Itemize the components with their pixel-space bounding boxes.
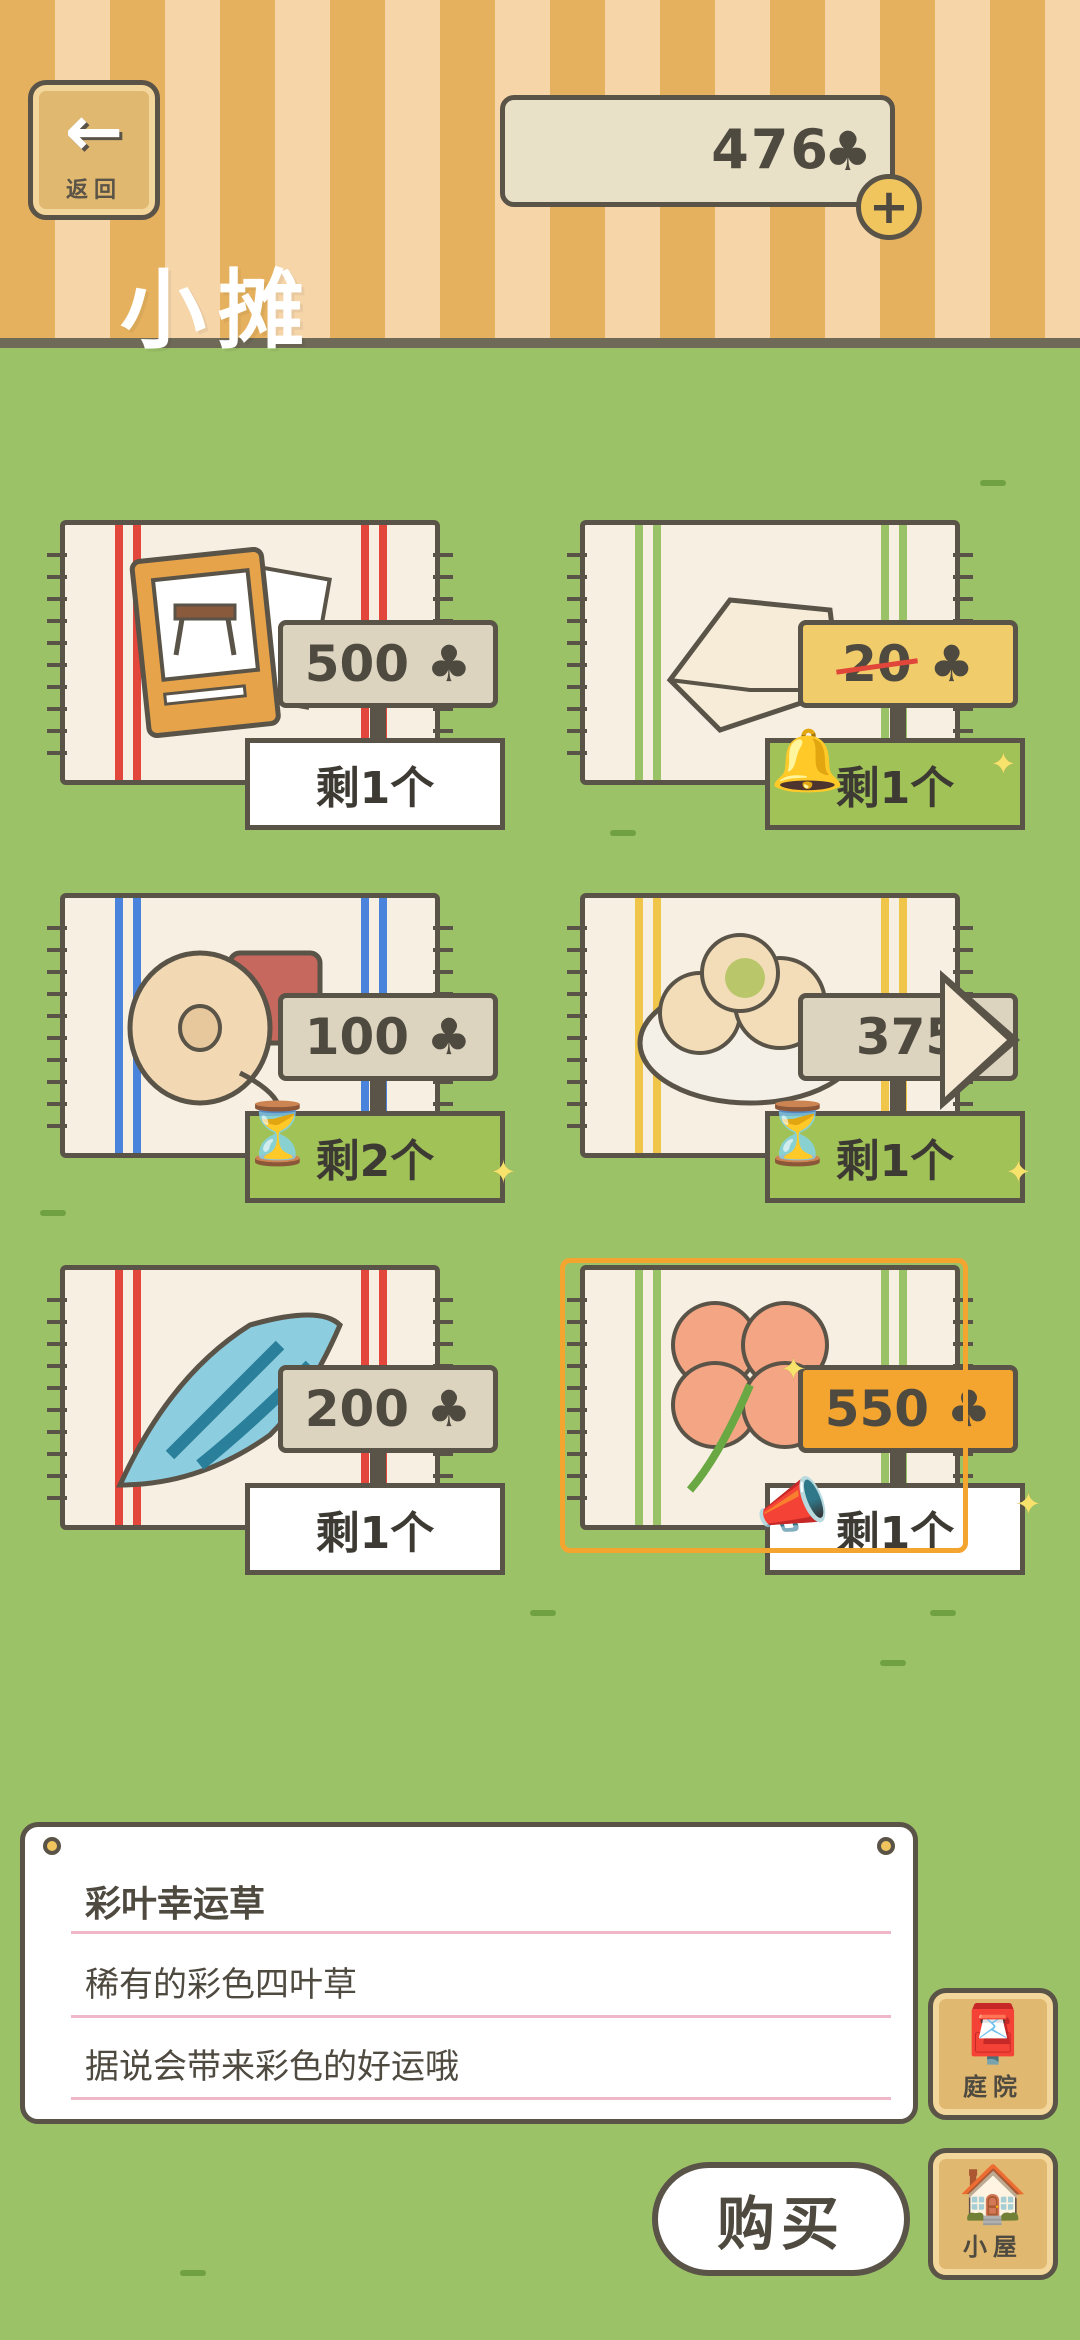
stock-label: 剩1个	[245, 1483, 505, 1575]
price-tag: 500 ♣	[278, 620, 498, 708]
shop-item-dumplings[interactable]: 375 剩1个 ⏳ ✦	[560, 893, 1032, 1223]
hourglass-icon: ⏳	[760, 1099, 835, 1169]
buy-button[interactable]: 购买	[652, 2162, 910, 2276]
sparkle-icon: ✦	[780, 1350, 807, 1388]
clover-icon: ♣	[426, 1008, 472, 1066]
yard-button[interactable]: 📮 庭院	[928, 1988, 1058, 2120]
item-description-line2: 据说会带来彩色的好运哦	[85, 2047, 459, 2087]
pin-icon	[43, 1837, 61, 1855]
stock-label: 剩1个	[245, 738, 505, 830]
shop-item-shell[interactable]: 200 ♣ 剩1个	[40, 1265, 505, 1595]
arrow-left-icon: ←	[64, 90, 124, 172]
hourglass-icon: ⏳	[240, 1099, 315, 1169]
clover-icon: ♣	[426, 1380, 472, 1438]
house-button[interactable]: 🏠 小屋	[928, 2148, 1058, 2280]
item-description-panel: 彩叶幸运草 稀有的彩色四叶草 据说会带来彩色的好运哦	[20, 1822, 918, 2124]
sparkle-icon: ✦	[1005, 1153, 1032, 1191]
chevron-right-icon	[945, 983, 1007, 1097]
pin-icon	[877, 1837, 895, 1855]
clover-count: 476	[711, 118, 830, 181]
clover-icon: ♣	[929, 635, 974, 693]
clover-icon: ♣	[823, 120, 872, 183]
price-tag-discount: 20 ♣	[798, 620, 1018, 708]
shop-item-bag[interactable]: 20 ♣ 剩1个 🔔 ✦	[560, 520, 1025, 850]
price-tag: 200 ♣	[278, 1365, 498, 1453]
page-title: 小摊	[120, 261, 316, 361]
shop-item-table-catalog[interactable]: 500 ♣ 剩1个	[40, 520, 505, 850]
house-icon: 🏠	[958, 2161, 1028, 2227]
sparkle-icon: ✦	[990, 745, 1017, 783]
price-tag: 550 ♣	[798, 1365, 1018, 1453]
shop-item-tape[interactable]: 100 ♣ 剩2个 ⏳ ✦	[40, 893, 517, 1223]
megaphone-icon: 📣	[755, 1471, 830, 1541]
bell-icon: 🔔	[770, 726, 845, 796]
back-label: 返回	[65, 178, 122, 203]
plus-icon: +	[868, 179, 910, 235]
price-tag: 100 ♣	[278, 993, 498, 1081]
item-name: 彩叶幸运草	[85, 1884, 266, 1925]
shop-item-clover[interactable]: 550 ♣ 剩1个 📣 ✦ ✦	[560, 1265, 1042, 1595]
clover-balance: 476 ♣	[500, 95, 895, 207]
sparkle-icon: ✦	[490, 1153, 517, 1191]
yard-label: 庭院	[963, 2072, 1023, 2101]
mailbox-icon: 📮	[958, 2001, 1028, 2067]
item-description-line1: 稀有的彩色四叶草	[85, 1965, 357, 2005]
clover-icon: ♣	[946, 1380, 992, 1438]
sparkle-icon: ✦	[1015, 1485, 1042, 1523]
house-label: 小屋	[963, 2232, 1023, 2261]
add-clover-button[interactable]: +	[856, 174, 922, 240]
clover-icon: ♣	[426, 635, 472, 693]
back-button[interactable]: ← 返回	[28, 80, 160, 220]
